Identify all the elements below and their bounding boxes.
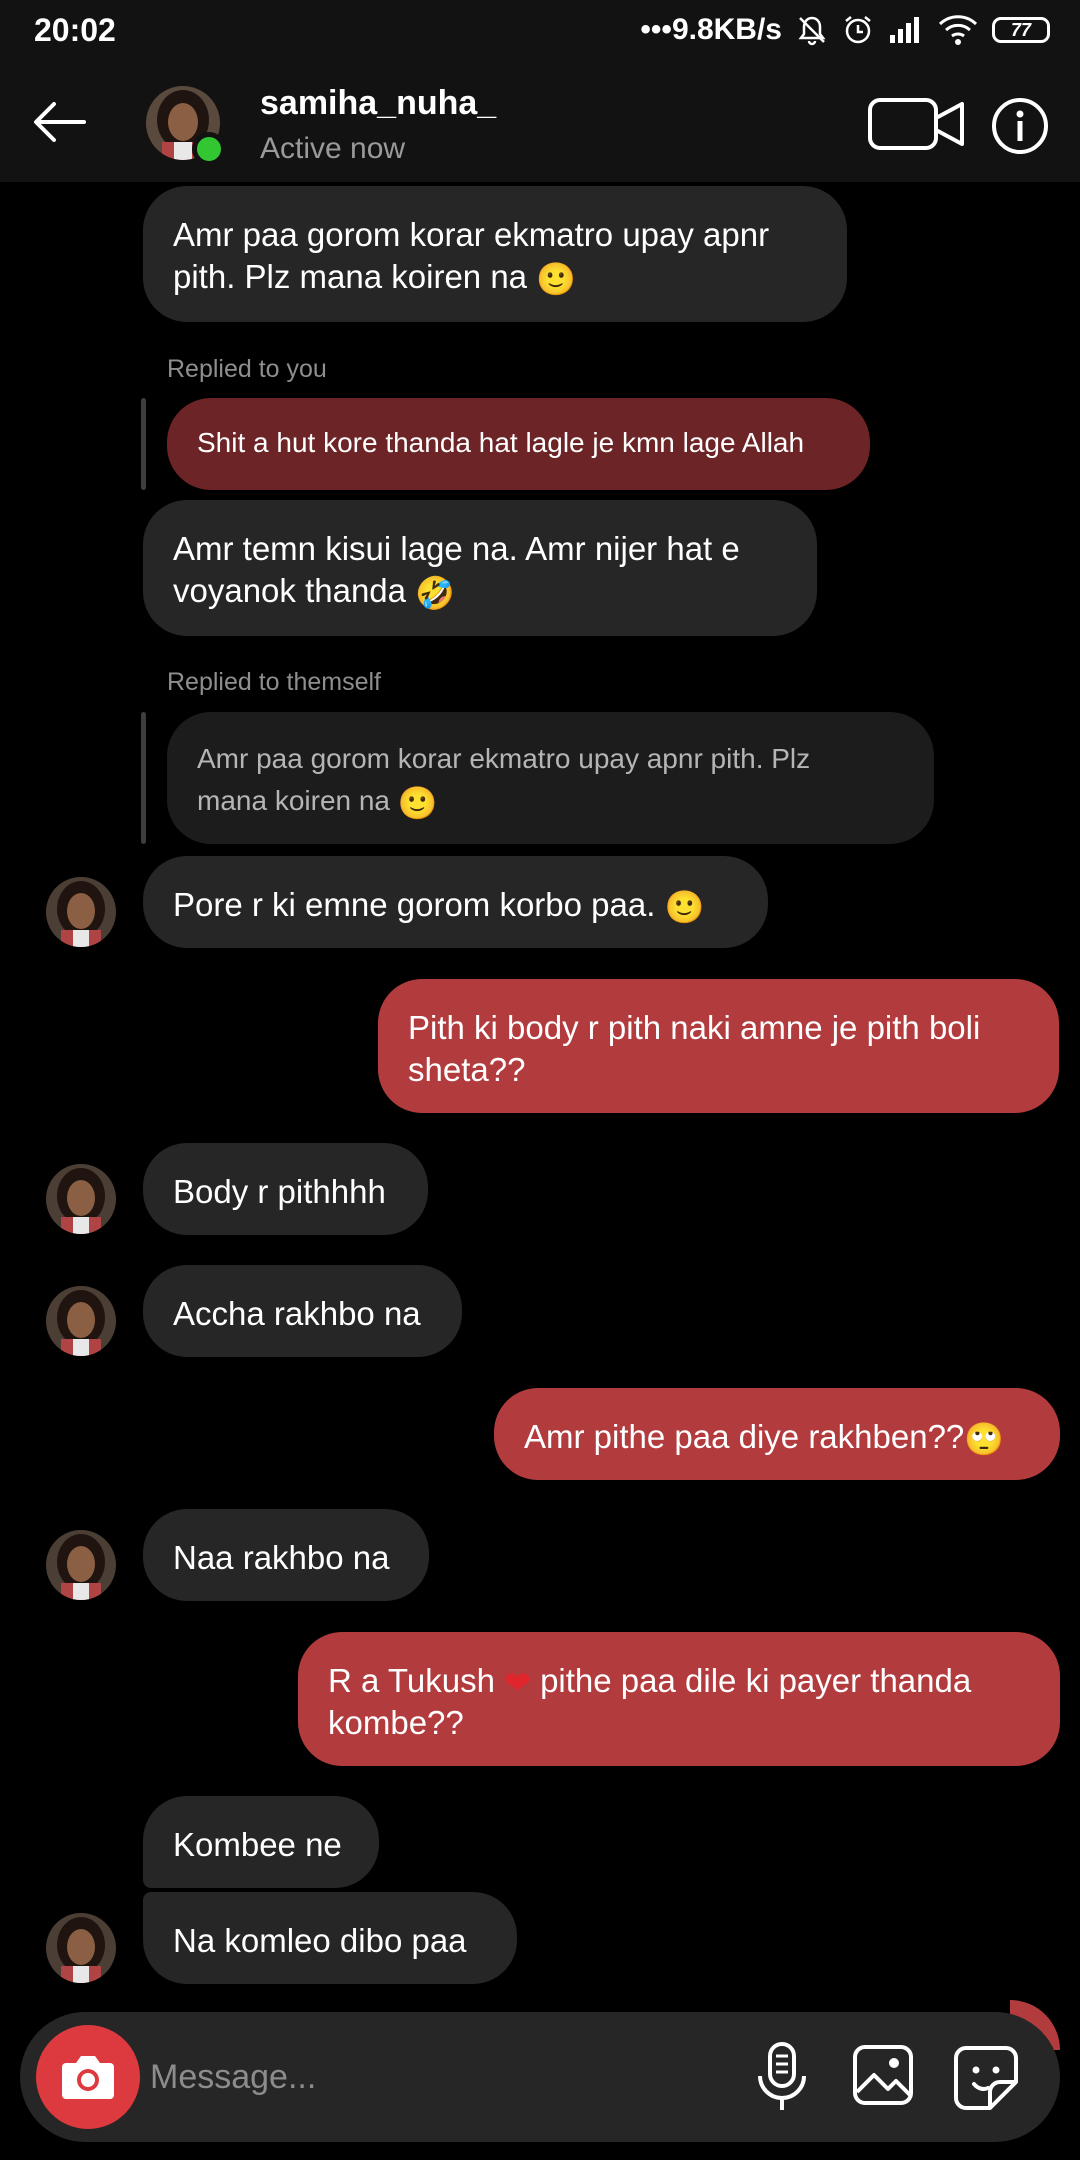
gallery-icon[interactable] — [850, 2042, 916, 2108]
message-text: Amr paa gorom korar ekmatro upay apnr — [173, 216, 770, 253]
signal-icon — [890, 17, 919, 43]
status-icons: •••9.8KB/s 77 — [640, 10, 1050, 50]
sticker-icon[interactable] — [950, 2042, 1022, 2114]
network-speed-value: 9.8KB/s — [671, 13, 782, 46]
chat-username[interactable]: samiha_nuha_ — [260, 84, 496, 123]
avatar[interactable] — [46, 1164, 116, 1234]
message-text: Na komleo dibo paa — [173, 1922, 467, 1959]
message-text: Kombee ne — [173, 1826, 342, 1863]
message-text: Amr pithe paa diye rakhben?? — [524, 1418, 965, 1455]
eye-roll-emoji-icon: 🙄 — [964, 1420, 1005, 1459]
incoming-message[interactable]: Amr paa gorom korar ekmatro upay apnr pi… — [143, 186, 847, 322]
message-text: Body r pithhhh — [173, 1173, 386, 1210]
quoted-message[interactable]: Amr paa gorom korar ekmatro upay apnr pi… — [167, 712, 934, 844]
message-text: Naa rakhbo na — [173, 1539, 390, 1576]
message-text: pith. Plz mana koiren na — [173, 258, 528, 295]
quoted-text: Amr paa gorom korar ekmatro upay apnr pi… — [197, 743, 811, 774]
status-time: 20:02 — [34, 12, 116, 48]
microphone-icon[interactable] — [750, 2040, 814, 2114]
heart-emoji-icon: ❤ — [504, 1664, 531, 1703]
message-text: kombe?? — [328, 1704, 464, 1741]
outgoing-message[interactable]: Amr pithe paa diye rakhben??🙄 — [494, 1388, 1060, 1480]
message-text: voyanok thanda — [173, 572, 407, 609]
message-input[interactable] — [150, 2046, 750, 2108]
rofl-emoji-icon: 🤣 — [415, 574, 456, 613]
message-composer — [20, 2012, 1060, 2142]
incoming-message[interactable]: Kombee ne — [143, 1796, 379, 1888]
back-arrow-icon[interactable] — [28, 90, 92, 154]
incoming-message[interactable]: Body r pithhhh — [143, 1143, 428, 1235]
incoming-message[interactable]: Amr temn kisui lage na. Amr nijer hat e … — [143, 500, 817, 636]
avatar[interactable] — [46, 1286, 116, 1356]
info-icon[interactable] — [990, 96, 1050, 156]
message-text: R a Tukush — [328, 1662, 495, 1699]
incoming-message[interactable]: Accha rakhbo na — [143, 1265, 462, 1357]
avatar[interactable] — [46, 1913, 116, 1983]
incoming-message[interactable]: Pore r ki emne gorom korbo paa. 🙂 — [143, 856, 768, 948]
mute-bell-icon — [798, 16, 826, 46]
battery-icon: 77 — [992, 17, 1050, 43]
avatar[interactable] — [46, 1530, 116, 1600]
battery-level: 77 — [1010, 20, 1032, 40]
network-speed: •••9.8KB/s — [640, 13, 782, 47]
reply-bar — [141, 398, 146, 490]
reply-bar — [141, 712, 146, 844]
avatar[interactable] — [46, 877, 116, 947]
dots-icon: ••• — [640, 13, 672, 46]
quoted-message[interactable]: Shit a hut kore thanda hat lagle je kmn … — [167, 398, 870, 490]
alarm-icon — [845, 16, 871, 44]
reply-label: Replied to themself — [167, 668, 382, 696]
quoted-text: Shit a hut kore thanda hat lagle je kmn … — [197, 427, 805, 458]
status-bar: 20:02 •••9.8KB/s 77 — [0, 0, 1080, 62]
incoming-message[interactable]: Naa rakhbo na — [143, 1509, 429, 1601]
video-call-icon[interactable] — [866, 94, 970, 154]
message-text: Pore r ki emne gorom korbo paa. — [173, 886, 656, 923]
message-text: Amr temn kisui lage na. Amr nijer hat e — [173, 530, 740, 567]
quoted-text: mana koiren na — [197, 785, 391, 816]
online-indicator — [192, 132, 226, 166]
camera-icon — [62, 2056, 114, 2099]
message-text: Pith ki body r pith naki amne je pith bo… — [408, 1009, 981, 1046]
smile-emoji-icon: 🙂 — [397, 783, 438, 822]
smile-emoji-icon: 🙂 — [664, 888, 705, 927]
chat-header: samiha_nuha_ Active now — [0, 62, 1080, 182]
message-text: sheta?? — [408, 1051, 526, 1088]
smile-emoji-icon: 🙂 — [536, 260, 577, 299]
wifi-icon — [938, 15, 978, 45]
active-status: Active now — [260, 132, 406, 165]
camera-button[interactable] — [36, 2025, 140, 2129]
message-text: pithe paa dile ki payer thanda — [540, 1662, 972, 1699]
reply-label: Replied to you — [167, 355, 327, 383]
incoming-message[interactable]: Na komleo dibo paa — [143, 1892, 517, 1984]
message-text: Accha rakhbo na — [173, 1295, 421, 1332]
outgoing-message[interactable]: Pith ki body r pith naki amne je pith bo… — [378, 979, 1059, 1113]
outgoing-message[interactable]: R a Tukush ❤ pithe paa dile ki payer tha… — [298, 1632, 1060, 1766]
